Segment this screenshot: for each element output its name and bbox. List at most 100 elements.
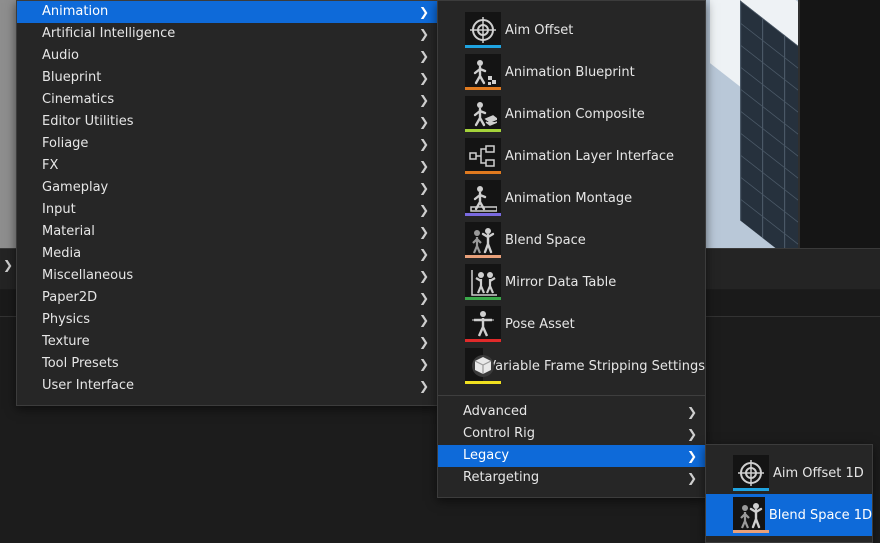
chevron-right-icon: ❯ <box>418 225 429 239</box>
chevron-right-icon: ❯ <box>418 335 429 349</box>
animation-submenu-list: Advanced ❯ Control Rig ❯ Legacy ❯ Retargeting ❯ <box>438 401 705 489</box>
menu-item-label: User Interface <box>42 378 134 393</box>
chevron-right-icon[interactable]: ❯ <box>3 258 13 272</box>
menu-item-label: Blueprint <box>42 70 102 85</box>
menu-item-gameplay[interactable]: Gameplay ❯ <box>17 177 437 199</box>
chevron-right-icon: ❯ <box>418 357 429 371</box>
chevron-right-icon: ❯ <box>418 49 429 63</box>
submenu-item-label: Advanced <box>463 404 528 419</box>
menu-item-label: Media <box>42 246 82 261</box>
legacy-submenu: Aim Offset 1D Blend Space 1D <box>705 444 873 543</box>
variable-frame-stripping-icon <box>465 348 501 384</box>
submenu-item-label: Legacy <box>463 448 510 463</box>
menu-item-fx[interactable]: FX ❯ <box>17 155 437 177</box>
menu-item-paper2d[interactable]: Paper2D ❯ <box>17 287 437 309</box>
menu-item-tool-presets[interactable]: Tool Presets ❯ <box>17 353 437 375</box>
menu-item-label: Input <box>42 202 76 217</box>
asset-type-color-bar <box>733 488 769 491</box>
category-list: Animation ❯ Artificial Intelligence ❯ Audio ❯… <box>17 1 437 397</box>
asset-item-label: Variable Frame Stripping Settings <box>487 358 705 374</box>
menu-item-label: Physics <box>42 312 91 327</box>
asset-item-pose-asset[interactable]: Pose Asset <box>438 303 705 345</box>
submenu-item-label: Retargeting <box>463 470 540 485</box>
chevron-right-icon: ❯ <box>418 291 429 305</box>
asset-type-color-bar <box>465 381 501 384</box>
asset-item-label: Animation Blueprint <box>505 64 635 80</box>
menu-item-blueprint[interactable]: Blueprint ❯ <box>17 67 437 89</box>
viewport-scene <box>700 0 798 248</box>
submenu-item-label: Control Rig <box>463 426 536 441</box>
menu-item-material[interactable]: Material ❯ <box>17 221 437 243</box>
menu-item-input[interactable]: Input ❯ <box>17 199 437 221</box>
submenu-item-control-rig[interactable]: Control Rig ❯ <box>438 423 705 445</box>
animation-asset-list: Aim Offset Animation Blueprint Animation C… <box>438 1 705 387</box>
asset-item-blend-space[interactable]: Blend Space <box>438 219 705 261</box>
asset-item-animation-montage[interactable]: Animation Montage <box>438 177 705 219</box>
menu-item-label: Foliage <box>42 136 89 151</box>
asset-item-mirror-data-table[interactable]: Mirror Data Table <box>438 261 705 303</box>
asset-type-color-bar <box>465 87 501 90</box>
chevron-right-icon: ❯ <box>418 93 429 107</box>
mirror-data-table-icon <box>465 264 501 300</box>
asset-item-aim-offset[interactable]: Aim Offset <box>438 9 705 51</box>
menu-item-label: Tool Presets <box>42 356 119 371</box>
asset-type-color-bar <box>465 213 501 216</box>
menu-item-animation[interactable]: Animation ❯ <box>17 1 437 23</box>
menu-item-label: Audio <box>42 48 79 63</box>
menu-item-artificial-intelligence[interactable]: Artificial Intelligence ❯ <box>17 23 437 45</box>
asset-item-variable-frame-stripping-settings[interactable]: Variable Frame Stripping Settings <box>438 345 705 387</box>
viewport-right-edge <box>798 0 880 248</box>
chevron-right-icon: ❯ <box>418 313 429 327</box>
menu-item-editor-utilities[interactable]: Editor Utilities ❯ <box>17 111 437 133</box>
chevron-right-icon: ❯ <box>418 269 429 283</box>
submenu-item-retargeting[interactable]: Retargeting ❯ <box>438 467 705 489</box>
chevron-right-icon: ❯ <box>686 471 697 485</box>
chevron-right-icon: ❯ <box>686 449 697 463</box>
menu-item-media[interactable]: Media ❯ <box>17 243 437 265</box>
menu-item-label: Cinematics <box>42 92 115 107</box>
animation-submenu: Aim Offset Animation Blueprint Animation C… <box>437 0 706 498</box>
asset-type-color-bar <box>465 339 501 342</box>
menu-item-cinematics[interactable]: Cinematics ❯ <box>17 89 437 111</box>
asset-item-label: Animation Montage <box>505 190 633 206</box>
chevron-right-icon: ❯ <box>418 5 429 19</box>
asset-item-label: Mirror Data Table <box>505 274 617 290</box>
aim-offset-1d-icon <box>733 455 769 491</box>
menu-item-label: Artificial Intelligence <box>42 26 176 41</box>
asset-item-animation-layer-interface[interactable]: Animation Layer Interface <box>438 135 705 177</box>
submenu-item-legacy[interactable]: Legacy ❯ <box>438 445 705 467</box>
menu-item-miscellaneous[interactable]: Miscellaneous ❯ <box>17 265 437 287</box>
asset-type-color-bar <box>465 129 501 132</box>
asset-item-label: Aim Offset 1D <box>773 465 864 481</box>
asset-item-label: Animation Composite <box>505 106 645 122</box>
menu-item-user-interface[interactable]: User Interface ❯ <box>17 375 437 397</box>
asset-item-blend-space-1d[interactable]: Blend Space 1D <box>706 494 872 536</box>
chevron-right-icon: ❯ <box>418 379 429 393</box>
chevron-right-icon: ❯ <box>418 115 429 129</box>
asset-item-animation-blueprint[interactable]: Animation Blueprint <box>438 51 705 93</box>
asset-item-label: Animation Layer Interface <box>505 148 674 164</box>
menu-item-audio[interactable]: Audio ❯ <box>17 45 437 67</box>
chevron-right-icon: ❯ <box>686 427 697 441</box>
menu-item-texture[interactable]: Texture ❯ <box>17 331 437 353</box>
menu-item-label: Editor Utilities <box>42 114 134 129</box>
aim-offset-icon <box>465 12 501 48</box>
asset-item-aim-offset-1d[interactable]: Aim Offset 1D <box>706 452 872 494</box>
asset-item-animation-composite[interactable]: Animation Composite <box>438 93 705 135</box>
asset-type-color-bar <box>465 297 501 300</box>
menu-item-label: Paper2D <box>42 290 98 305</box>
menu-item-foliage[interactable]: Foliage ❯ <box>17 133 437 155</box>
legacy-asset-list: Aim Offset 1D Blend Space 1D <box>706 445 872 536</box>
chevron-right-icon: ❯ <box>418 181 429 195</box>
asset-type-color-bar <box>465 171 501 174</box>
chevron-right-icon: ❯ <box>418 27 429 41</box>
animation-layer-interface-icon <box>465 138 501 174</box>
chevron-right-icon: ❯ <box>418 71 429 85</box>
submenu-item-advanced[interactable]: Advanced ❯ <box>438 401 705 423</box>
asset-type-color-bar <box>733 530 769 533</box>
asset-item-label: Aim Offset <box>505 22 574 38</box>
asset-category-menu: Animation ❯ Artificial Intelligence ❯ Audio ❯… <box>16 0 438 406</box>
menu-item-label: FX <box>42 158 59 173</box>
menu-item-physics[interactable]: Physics ❯ <box>17 309 437 331</box>
menu-item-label: Texture <box>42 334 90 349</box>
